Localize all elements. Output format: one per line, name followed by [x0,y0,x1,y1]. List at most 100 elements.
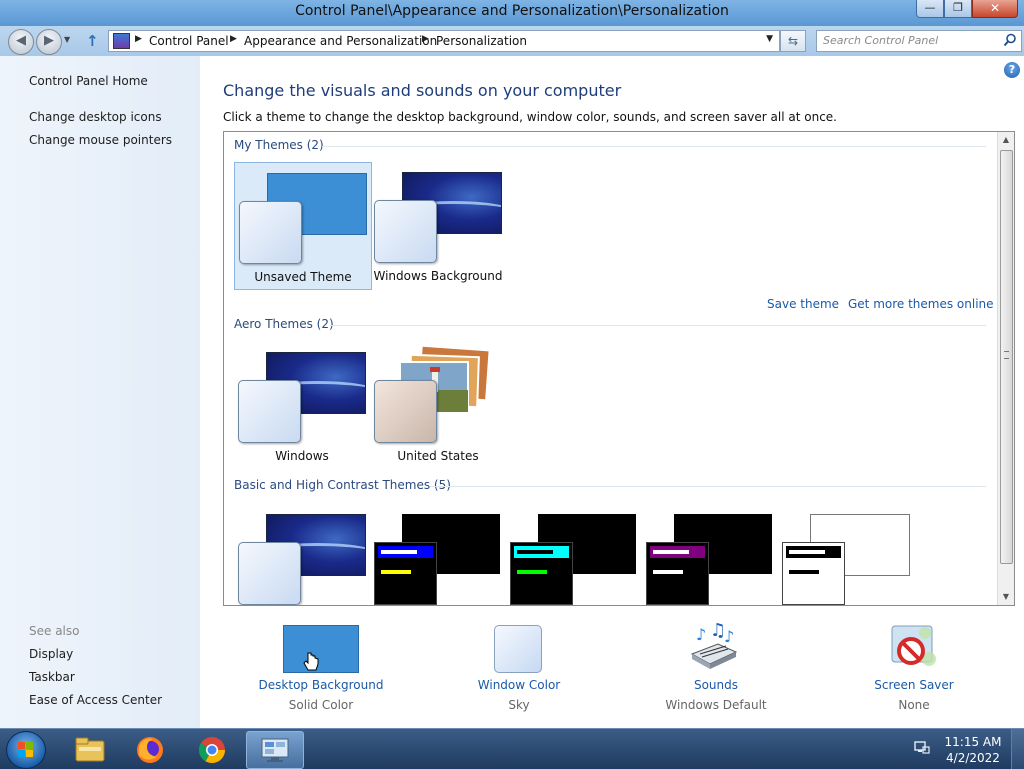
mouse-cursor-icon [303,652,319,671]
window-color-value: Sky [508,698,530,712]
breadcrumb-control-panel[interactable]: Control Panel [149,34,229,48]
theme-preview-window [374,200,437,263]
scroll-down-icon[interactable]: ▼ [998,589,1014,605]
sounds-label[interactable]: Sounds [636,678,796,692]
taskbar-link[interactable]: Taskbar [29,670,75,684]
divider [430,486,986,487]
back-arrow-icon: ◀ [16,33,26,48]
breadcrumb-personalization[interactable]: Personalization [436,34,527,48]
breadcrumb[interactable]: ▶ Control Panel ▶ Appearance and Persona… [108,30,780,52]
window-color-icon [494,625,542,673]
desktop-background-setting[interactable]: Desktop Background Solid Color [241,620,401,720]
basic-themes-label: Basic and High Contrast Themes (5) [234,478,451,492]
title-bar: Control Panel\Appearance and Personaliza… [0,0,1024,26]
search-input[interactable] [821,33,995,48]
theme-name: Unsaved Theme [254,270,352,284]
sounds-setting[interactable]: ♪ ♫ ♪ Sounds Windows Default [636,620,796,720]
svg-text:♪: ♪ [696,625,706,644]
theme-high-contrast-1[interactable] [370,504,506,605]
window-color-label[interactable]: Window Color [439,678,599,692]
theme-name: Windows Background [373,269,503,283]
refresh-icon: ⇆ [787,34,799,48]
get-more-themes-link[interactable]: Get more themes online [848,297,994,311]
scrollbar-thumb[interactable] [1000,150,1013,564]
chevron-right-icon[interactable]: ▶ [230,34,237,44]
taskbar: 11:15 AM 4/2/2022 [0,728,1024,769]
taskbar-control-panel[interactable] [246,731,304,769]
breadcrumb-appearance[interactable]: Appearance and Personalization [244,34,437,48]
window-controls: — ❐ ✕ [916,0,1018,18]
page-title: Change the visuals and sounds on your co… [223,81,622,100]
window-color-setting[interactable]: Window Color Sky [439,620,599,720]
screen-saver-setting[interactable]: Screen Saver None [834,620,994,720]
screen-saver-value: None [898,698,930,712]
desktop-background-value: Solid Color [288,698,354,712]
sounds-icon: ♪ ♫ ♪ [690,622,738,669]
search-box[interactable] [816,30,1022,52]
theme-preview-window [238,380,301,443]
see-also-label: See also [29,624,80,638]
scroll-up-icon[interactable]: ▲ [998,132,1014,148]
screen-saver-label[interactable]: Screen Saver [834,678,994,692]
save-theme-link[interactable]: Save theme [767,297,839,311]
minimize-button[interactable]: — [916,0,944,18]
divider [322,146,986,147]
desktop-background-label[interactable]: Desktop Background [241,678,401,692]
taskbar-file-explorer[interactable] [62,731,118,767]
ease-of-access-center-link[interactable]: Ease of Access Center [29,693,162,707]
back-button[interactable]: ◀ [8,29,34,55]
show-desktop-button[interactable] [1011,729,1024,769]
control-panel-home-link[interactable]: Control Panel Home [29,74,148,88]
theme-name: United States [397,449,479,463]
close-button[interactable]: ✕ [972,0,1018,18]
theme-preview-window [646,542,709,605]
theme-preview-window [238,542,301,605]
vertical-scrollbar[interactable]: ▲ ▼ [997,132,1014,605]
theme-windows[interactable]: Windows [234,342,370,468]
taskbar-chrome[interactable] [184,731,240,767]
sounds-value: Windows Default [665,698,767,712]
minimize-icon: — [924,1,936,14]
forward-arrow-icon: ▶ [44,33,54,48]
restore-icon: ❐ [953,1,963,14]
clock-time[interactable]: 11:15 AM [936,735,1010,749]
clock-date[interactable]: 4/2/2022 [936,751,1010,765]
screen-saver-icon [891,625,936,666]
chevron-right-icon[interactable]: ▶ [135,34,142,44]
change-mouse-pointers-link[interactable]: Change mouse pointers [29,133,172,147]
svg-text:♪: ♪ [724,627,734,646]
theme-preview-window [374,380,437,443]
theme-windows-background[interactable]: Windows Background [370,162,506,288]
theme-preview-window [374,542,437,605]
themes-list: My Themes (2) Unsaved Theme Windows Back… [223,131,1015,606]
address-bar: ◀ ▶ ▼ ↑ ▶ Control Panel ▶ Appearance and… [0,26,1024,56]
divider [330,325,986,326]
start-button[interactable] [6,731,46,769]
window-title: Control Panel\Appearance and Personaliza… [295,3,729,19]
control-panel-icon [261,738,289,762]
theme-high-contrast-black[interactable] [642,504,778,605]
forward-button[interactable]: ▶ [36,29,62,55]
maximize-button[interactable]: ❐ [944,0,972,18]
chevron-right-icon[interactable]: ▶ [422,34,429,44]
up-arrow-icon[interactable]: ↑ [86,32,99,50]
theme-high-contrast-2[interactable] [506,504,642,605]
theme-preview-window [782,542,845,605]
network-icon[interactable] [914,741,930,755]
theme-united-states[interactable]: United States [370,342,506,468]
chevron-down-icon[interactable]: ▼ [766,34,773,44]
theme-name: Windows [275,449,329,463]
file-explorer-icon [75,737,105,762]
my-themes-label: My Themes (2) [234,138,324,152]
recent-pages-dropdown-icon[interactable]: ▼ [64,35,70,44]
theme-high-contrast-white[interactable] [778,504,914,605]
taskbar-firefox[interactable] [122,731,178,767]
change-desktop-icons-link[interactable]: Change desktop icons [29,110,162,124]
theme-windows-basic[interactable] [234,504,370,605]
left-navigation-pane: Control Panel Home Change desktop icons … [0,56,200,728]
display-link[interactable]: Display [29,647,73,661]
help-icon[interactable]: ? [1004,62,1020,78]
theme-unsaved[interactable]: Unsaved Theme [234,162,372,290]
refresh-button[interactable]: ⇆ [780,30,806,52]
search-icon[interactable] [1003,33,1017,47]
